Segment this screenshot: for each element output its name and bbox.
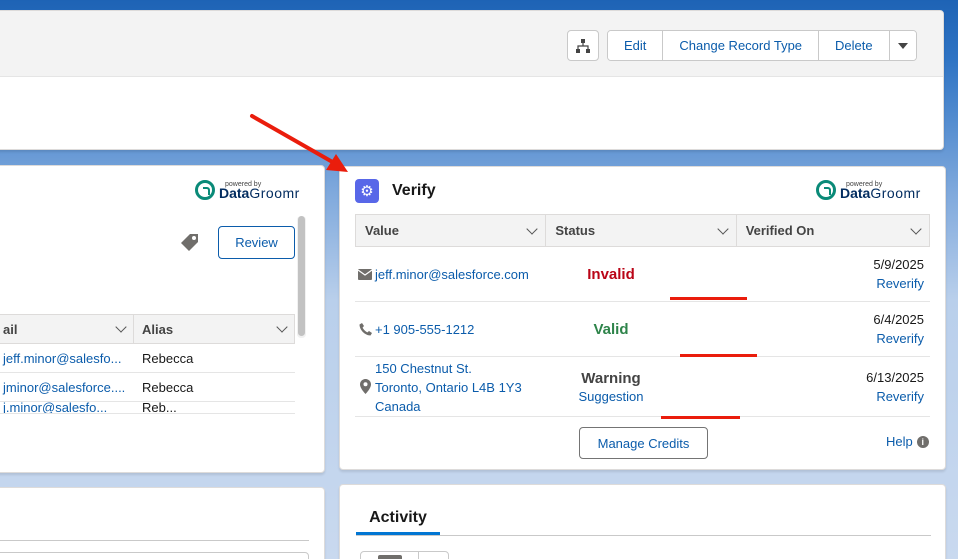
record-header: Edit Change Record Type Delete — [0, 10, 944, 150]
table-header: ail Alias — [0, 314, 295, 344]
table-row: j.minor@salesfo... Reb... — [0, 402, 295, 414]
chevron-down-icon[interactable] — [910, 222, 922, 235]
column-header-status[interactable]: Status — [546, 215, 737, 246]
tab-activity[interactable]: Activity — [356, 509, 440, 535]
datagroomr-logo-icon — [816, 180, 836, 200]
bottom-left-panel — [0, 487, 325, 559]
reverify-link[interactable]: Reverify — [876, 274, 924, 293]
change-record-type-button[interactable]: Change Record Type — [663, 31, 820, 60]
phone-value-link[interactable]: +1 905-555-1212 — [375, 322, 474, 337]
duplicates-table: ail Alias jeff.minor@salesfo... Rebecca … — [0, 314, 295, 414]
hierarchy-button[interactable] — [567, 30, 599, 61]
alias-cell: Reb... — [142, 402, 177, 414]
header-action-group: Edit Change Record Type Delete — [607, 30, 917, 61]
verified-date: 6/13/2025 — [866, 369, 924, 385]
status-valid: Valid — [593, 320, 629, 338]
verified-date: 6/4/2025 — [873, 312, 924, 327]
annotation-underline-valid — [680, 354, 757, 357]
input-box[interactable] — [0, 552, 309, 559]
chevron-down-icon[interactable] — [276, 321, 288, 333]
address-line-1: 150 Chestnut St. — [375, 361, 472, 376]
alias-cell: Rebecca — [142, 379, 194, 395]
address-line-2: Toronto, Ontario L4B 1Y3 — [375, 380, 522, 395]
caret-down-icon — [897, 42, 908, 49]
logo-powered-by: powered by — [225, 181, 262, 188]
address-value-link[interactable]: 150 Chestnut St. Toronto, Ontario L4B 1Y… — [375, 357, 522, 416]
verify-row-phone: +1 905-555-1212 Valid 6/4/2025 Reverify — [355, 302, 930, 357]
tag-icon[interactable] — [178, 230, 202, 254]
address-line-3: Canada — [375, 399, 421, 414]
email-link[interactable]: jminor@salesforce.... — [0, 373, 134, 401]
alias-cell: Rebecca — [142, 350, 194, 366]
edit-button[interactable]: Edit — [608, 31, 664, 60]
verified-date: 5/9/2025 — [873, 257, 924, 272]
activity-button-group[interactable] — [360, 551, 449, 559]
phone-icon — [355, 322, 375, 336]
annotation-underline-warning — [661, 416, 740, 419]
manage-credits-button[interactable]: Manage Credits — [579, 427, 708, 459]
delete-button[interactable]: Delete — [819, 31, 890, 60]
email-icon — [377, 555, 402, 559]
verify-table: Value Status Verified On jeff.minor@sale… — [355, 214, 930, 417]
verify-row-address: 150 Chestnut St. Toronto, Ontario L4B 1Y… — [355, 357, 930, 417]
column-header-email[interactable]: ail — [0, 315, 134, 343]
location-pin-icon — [355, 379, 375, 394]
logo-powered-by: powered by — [846, 181, 883, 188]
chevron-down-icon[interactable] — [115, 321, 127, 333]
status-invalid: Invalid — [587, 265, 635, 283]
reverify-link[interactable]: Reverify — [876, 387, 924, 406]
review-button[interactable]: Review — [218, 226, 295, 259]
email-link[interactable]: jeff.minor@salesfo... — [0, 344, 134, 372]
divider — [356, 535, 931, 536]
suggestion-link[interactable]: Suggestion — [578, 389, 643, 404]
datagroomr-logo-icon — [195, 180, 215, 200]
scrollbar[interactable] — [297, 216, 306, 338]
hierarchy-icon — [576, 38, 590, 53]
chevron-down-icon[interactable] — [717, 222, 729, 235]
help-label: Help — [886, 434, 913, 449]
scrollbar-thumb[interactable] — [298, 216, 305, 336]
divider — [0, 540, 309, 541]
annotation-underline-invalid — [670, 297, 747, 300]
column-header-alias[interactable]: Alias — [134, 315, 295, 343]
column-header-value[interactable]: Value — [356, 215, 547, 246]
email-value-link[interactable]: jeff.minor@salesforce.com — [375, 267, 529, 282]
activity-panel: Activity — [339, 484, 946, 559]
info-icon: i — [916, 435, 929, 448]
annotation-arrow-icon — [250, 114, 348, 172]
help-link[interactable]: Help i — [886, 434, 929, 449]
table-row: jeff.minor@salesfo... Rebecca — [0, 344, 295, 373]
column-header-verified-on[interactable]: Verified On — [737, 215, 929, 246]
email-icon — [355, 268, 375, 280]
datagroomr-logo: powered by DataGroomr — [816, 180, 921, 200]
left-datagroomr-panel: powered by DataGroomr Review ail Alias j… — [0, 165, 325, 473]
verify-gear-icon: ⚙ — [355, 179, 379, 203]
more-actions-button[interactable] — [889, 31, 916, 60]
email-link[interactable]: j.minor@salesfo... — [0, 402, 134, 413]
chevron-down-icon[interactable] — [526, 222, 539, 235]
reverify-link[interactable]: Reverify — [876, 329, 924, 348]
verify-title: Verify — [392, 182, 436, 199]
verify-row-email: jeff.minor@salesforce.com Invalid 5/9/20… — [355, 247, 930, 302]
activity-action-button[interactable] — [361, 552, 419, 559]
verify-table-header: Value Status Verified On — [355, 214, 930, 247]
status-warning: Warning — [581, 369, 641, 387]
datagroomr-logo: powered by DataGroomr — [195, 180, 300, 200]
verify-panel: ⚙ Verify powered by DataGroomr Value Sta… — [339, 166, 946, 470]
table-row: jminor@salesforce.... Rebecca — [0, 373, 295, 402]
